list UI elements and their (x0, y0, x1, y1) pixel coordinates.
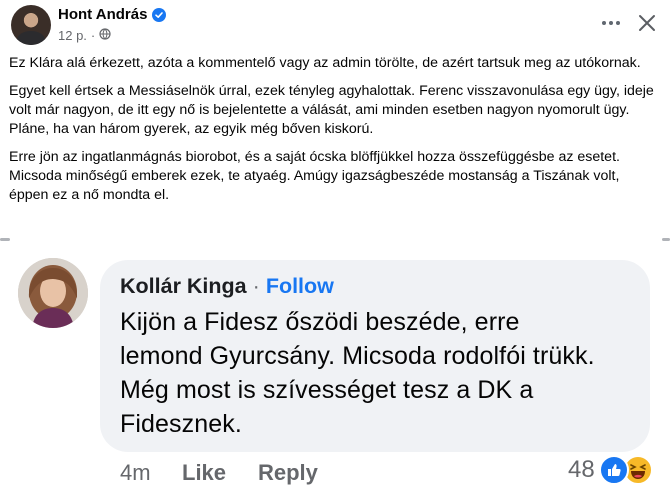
comment-line: Még most is szívességet tesz a DK a (120, 376, 534, 404)
author-row: Hont András (58, 6, 167, 23)
comment-line: Kijön a Fidesz őszödi beszéde, erre (120, 308, 520, 336)
follow-button[interactable]: Follow (266, 274, 334, 299)
post-time[interactable]: 12 p. (58, 28, 87, 43)
comment-time[interactable]: 4m (120, 460, 182, 486)
verified-badge-icon (152, 7, 167, 22)
more-options-icon[interactable] (598, 10, 624, 36)
scroll-divider (0, 236, 670, 242)
like-icon (598, 455, 629, 485)
close-icon[interactable] (633, 9, 661, 37)
meta-separator: · (90, 28, 96, 43)
comment-actions: 4m Like Reply (120, 460, 318, 486)
comment-author[interactable]: Kollár Kinga (120, 274, 247, 299)
post-paragraph: Egyet kell értsek a Messiáselnök úrral, … (9, 83, 654, 137)
comment-text: Kijön a Fidesz őszödi beszéde, erre lemo… (120, 305, 635, 441)
commenter-avatar[interactable] (18, 258, 88, 328)
comment-separator: · (252, 274, 260, 298)
comment-header: Kollár Kinga · Follow (120, 274, 334, 299)
comment-line: Fidesznek. (120, 410, 242, 438)
comment-line: lemond Gyurcsány. Micsoda rodolfói trükk… (120, 342, 595, 370)
like-button[interactable]: Like (182, 460, 258, 486)
reaction-summary[interactable]: 48 (568, 455, 653, 485)
globe-icon (99, 28, 111, 43)
author-name[interactable]: Hont András (58, 6, 147, 23)
post-paragraph: Erre jön az ingatlanmágnás biorobot, és … (9, 149, 620, 203)
author-avatar[interactable] (11, 5, 51, 45)
reaction-count[interactable]: 48 (568, 456, 595, 484)
post-paragraph: Ez Klára alá érkezett, azóta a kommentel… (9, 55, 641, 71)
reply-button[interactable]: Reply (258, 460, 318, 486)
post-meta: 12 p. · (58, 28, 111, 43)
post-body: Ez Klára alá érkezett, azóta a kommentel… (9, 54, 657, 214)
